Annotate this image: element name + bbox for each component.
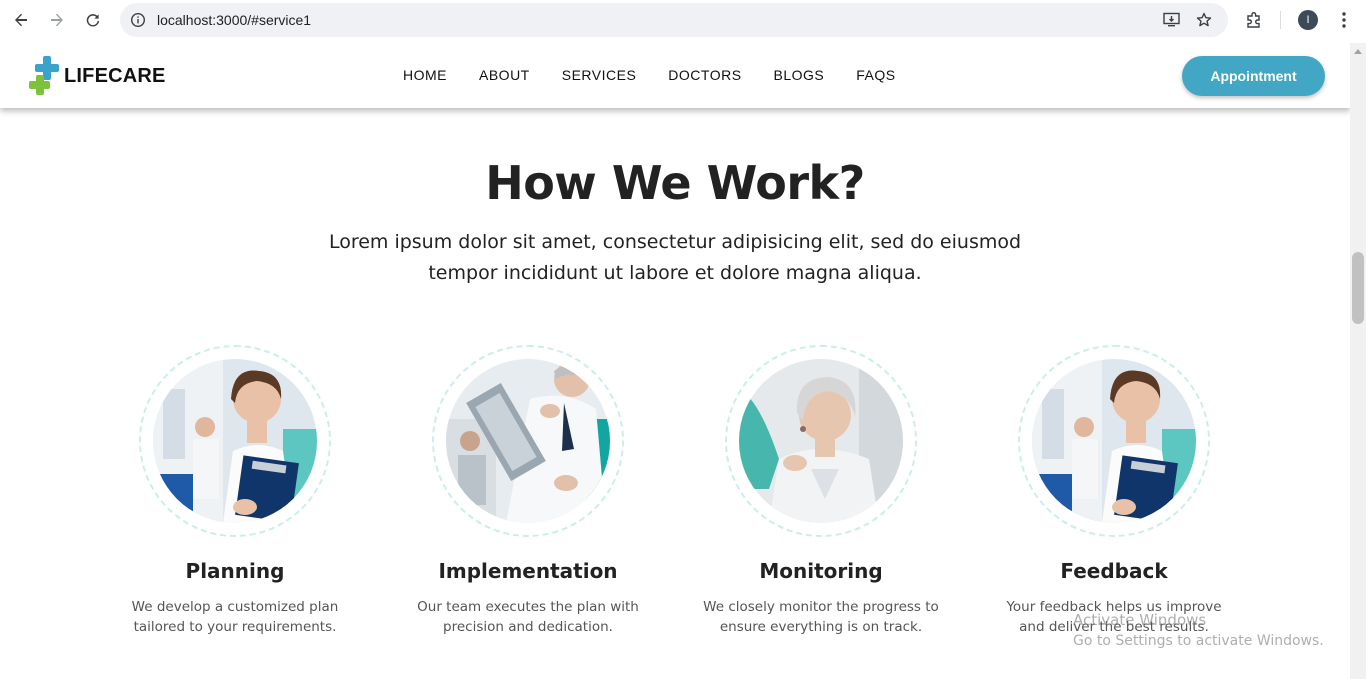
toolbar-divider — [1280, 11, 1281, 29]
step-description: We develop a customized plan tailored to… — [115, 597, 355, 637]
main-nav: HOME ABOUT SERVICES DOCTORS BLOGS FAQS — [403, 67, 928, 83]
step-image-frame — [139, 345, 331, 537]
back-arrow-icon[interactable] — [9, 8, 33, 32]
nav-doctors[interactable]: DOCTORS — [668, 67, 741, 83]
nav-faqs[interactable]: FAQS — [856, 67, 895, 83]
step-desc-line-1: Our team executes the plan with — [417, 599, 639, 615]
doctor-xray-image — [446, 359, 610, 523]
appointment-button[interactable]: Appointment — [1182, 56, 1325, 96]
step-monitoring: Monitoring We closely monitor the progre… — [691, 345, 951, 637]
step-image-frame — [1018, 345, 1210, 537]
url-text[interactable]: localhost:3000/#service1 — [157, 12, 311, 28]
activate-windows-title: Activate Windows — [1073, 611, 1207, 629]
step-implementation: Implementation Our team executes the pla… — [398, 345, 658, 637]
activate-windows-hint: Go to Settings to activate Windows. — [1073, 633, 1324, 649]
nav-services[interactable]: SERVICES — [562, 67, 637, 83]
subtitle-line-2: tempor incididunt ut labore et dolore ma… — [428, 262, 922, 284]
install-app-icon[interactable] — [1160, 8, 1184, 32]
step-title: Feedback — [1060, 559, 1168, 583]
more-menu-icon[interactable] — [1332, 8, 1356, 32]
browser-toolbar: localhost:3000/#service1 I — [0, 0, 1366, 40]
subtitle-line-1: Lorem ipsum dolor sit amet, consectetur … — [328, 231, 1022, 253]
step-title: Planning — [185, 559, 285, 583]
nav-blogs[interactable]: BLOGS — [774, 67, 825, 83]
bookmark-star-icon[interactable] — [1192, 8, 1216, 32]
doctor-with-clipboard-image — [1032, 359, 1196, 523]
step-planning: Planning We develop a customized plan ta… — [105, 345, 365, 637]
step-image-frame — [725, 345, 917, 537]
section-subtitle: Lorem ipsum dolor sit amet, consectetur … — [320, 227, 1030, 289]
step-desc-line-2: ensure everything is on track. — [719, 619, 923, 635]
step-description: Our team executes the plan with precisio… — [408, 597, 648, 637]
forward-arrow-icon[interactable] — [45, 8, 69, 32]
extensions-icon[interactable] — [1242, 8, 1266, 32]
logo-text: LIFECARE — [64, 64, 166, 87]
logo[interactable]: LIFECARE — [28, 55, 166, 97]
profile-avatar[interactable]: I — [1298, 10, 1318, 30]
step-desc-line-1: We closely monitor the progress to — [703, 599, 939, 615]
elderly-patient-image — [739, 359, 903, 523]
step-description: We closely monitor the progress to ensur… — [701, 597, 941, 637]
step-title: Implementation — [438, 559, 618, 583]
page-scrollbar[interactable] — [1350, 43, 1366, 679]
step-desc-line-2: precision and dedication. — [443, 619, 613, 635]
step-desc-line-2: tailored to your requirements. — [133, 619, 337, 635]
nav-home[interactable]: HOME — [403, 67, 447, 83]
nav-about[interactable]: ABOUT — [479, 67, 530, 83]
scroll-thumb[interactable] — [1352, 252, 1364, 324]
section-title: How We Work? — [485, 156, 865, 210]
doctor-with-clipboard-image — [153, 359, 317, 523]
scroll-up-arrow-icon[interactable] — [1354, 49, 1362, 54]
logo-cross-icon — [28, 55, 62, 97]
page-viewport: LIFECARE HOME ABOUT SERVICES DOCTORS BLO… — [0, 43, 1350, 679]
step-title: Monitoring — [759, 559, 883, 583]
site-header: LIFECARE HOME ABOUT SERVICES DOCTORS BLO… — [0, 43, 1350, 108]
site-info-icon[interactable] — [126, 8, 150, 32]
step-feedback: Feedback Your feedback helps us improve … — [984, 345, 1244, 637]
address-bar[interactable]: localhost:3000/#service1 — [120, 3, 1228, 37]
step-image-frame — [432, 345, 624, 537]
step-desc-line-1: We develop a customized plan — [131, 599, 339, 615]
reload-icon[interactable] — [81, 8, 105, 32]
